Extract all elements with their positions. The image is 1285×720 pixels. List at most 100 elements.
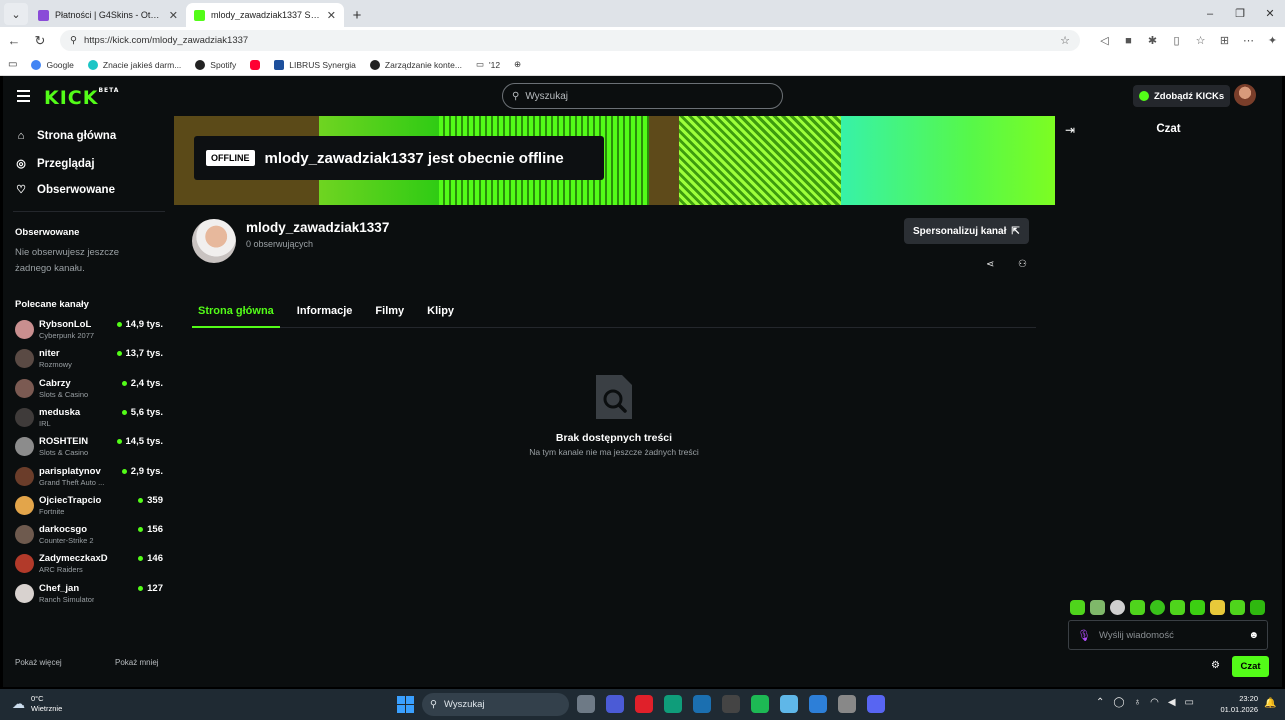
more-menu-icon[interactable]: ⋯ <box>1242 34 1255 47</box>
recommended-channel[interactable]: ZadymeczkaxD ARC Raiders 146 <box>15 550 163 578</box>
close-tab-icon[interactable]: ✕ <box>169 9 178 22</box>
split-screen-icon[interactable]: ▯ <box>1170 34 1183 47</box>
taskbar-search[interactable]: ⚲ Wyszukaj <box>422 693 569 716</box>
taskbar-app-icon[interactable] <box>867 695 885 713</box>
chat-settings-icon[interactable]: ⚙ <box>1211 660 1220 671</box>
extension-icon[interactable]: ■ <box>1122 35 1135 47</box>
tab-actions-icon[interactable]: ▭ <box>8 59 17 70</box>
taskbar-app-icon[interactable] <box>722 695 740 713</box>
site-info-icon[interactable]: ⚲ <box>70 35 77 46</box>
recommended-channel[interactable]: meduska IRL 5,6 tys. <box>15 404 163 432</box>
recommended-channel[interactable]: parisplatynov Grand Theft Auto ... 2,9 tys… <box>15 463 163 491</box>
emote-icon[interactable] <box>1150 600 1165 615</box>
channel-followers: 0 obserwujących <box>246 239 314 249</box>
channel-avatar[interactable] <box>192 219 236 263</box>
emote-icon[interactable] <box>1090 600 1105 615</box>
recommended-channel[interactable]: darkocsgo Counter-Strike 2 156 <box>15 521 163 549</box>
sidebar-item-following[interactable]: ♡ Obserwowane <box>15 183 115 197</box>
search-input[interactable]: ⚲ Wyszukaj <box>502 83 783 109</box>
recommended-channel[interactable]: OjciecTrapcio Fortnite 359 <box>15 492 163 520</box>
favorites-icon[interactable]: ☆ <box>1194 34 1207 47</box>
chevron-up-icon[interactable]: ⌃ <box>1096 697 1104 708</box>
puzzle-icon[interactable]: ✱ <box>1146 34 1159 47</box>
emoji-picker-icon[interactable]: ☻ <box>1248 630 1259 641</box>
user-avatar[interactable] <box>1234 84 1256 106</box>
sidebar-item-browse[interactable]: ◎ Przeglądaj <box>15 157 94 171</box>
volume-icon[interactable]: ◀ <box>1168 697 1176 708</box>
manage-user-icon[interactable]: ⚇ <box>1018 259 1027 270</box>
hamburger-menu-icon[interactable] <box>17 90 30 105</box>
browser-tab-kick[interactable]: mlody_zawadziak1337 Stream - W ✕ <box>186 3 344 27</box>
taskbar-app-icon[interactable] <box>780 695 798 713</box>
sidebar-item-home[interactable]: ⌂ Strona główna <box>15 130 117 142</box>
recommended-channel[interactable]: Cabrzy Slots & Casino 2,4 tys. <box>15 375 163 403</box>
tab-list-button[interactable]: ⌄ <box>4 3 28 25</box>
emote-icon[interactable] <box>1110 600 1125 615</box>
taskbar-app-icon[interactable] <box>693 695 711 713</box>
taskbar-clock[interactable]: 23:20 01.01.2026 <box>1216 693 1258 715</box>
weather-temperature: 0°C <box>31 694 44 703</box>
chat-send-button[interactable]: Czat <box>1232 656 1269 677</box>
read-aloud-icon[interactable]: ◁ <box>1098 34 1111 47</box>
bookmark-google[interactable]: Google <box>31 59 74 70</box>
maximize-button[interactable]: ❐ <box>1225 7 1255 20</box>
emote-icon[interactable] <box>1190 600 1205 615</box>
browser-tab-g4skins[interactable]: Płatności | G4Skins - Otwieraj skrz ✕ <box>30 3 186 27</box>
recommended-channel[interactable]: RybsonLoL Cyberpunk 2077 14,9 tys. <box>15 316 163 344</box>
tab-home[interactable]: Strona główna <box>192 298 280 328</box>
recommended-channel[interactable]: Chef_jan Ranch Simulator 127 <box>15 580 163 608</box>
bookmark-znacie[interactable]: Znacie jakieś darm... <box>87 59 181 70</box>
emote-icon[interactable] <box>1230 600 1245 615</box>
microphone-icon[interactable]: ♁ <box>1134 697 1142 708</box>
back-icon[interactable]: ← <box>6 33 22 48</box>
bookmark-globe[interactable]: ⊕ <box>514 59 521 70</box>
taskbar-app-icon[interactable] <box>664 695 682 713</box>
weather-widget[interactable]: ☁ 0°C Wietrznie <box>12 694 62 714</box>
recommended-channel[interactable]: ROSHTEIN Slots & Casino 14,5 tys. <box>15 433 163 461</box>
share-icon[interactable]: ⋖ <box>986 259 994 270</box>
emote-icon[interactable] <box>1130 600 1145 615</box>
kicks-coin-icon <box>1139 91 1149 101</box>
taskbar-app-icon[interactable] <box>635 695 653 713</box>
taskbar-app-icon[interactable] <box>606 695 624 713</box>
show-less-link[interactable]: Pokaż mniej <box>115 658 159 667</box>
emote-icon[interactable] <box>1250 600 1265 615</box>
tab-about[interactable]: Informacje <box>291 298 359 328</box>
kick-logo[interactable]: KICKBETA <box>44 87 119 109</box>
bookmark-folder-12[interactable]: ▭ '12 <box>476 59 500 70</box>
minimize-button[interactable]: – <box>1195 8 1225 20</box>
emote-icon[interactable] <box>1070 600 1085 615</box>
chat-message-input[interactable]: 🎙 Wyślij wiadomość ☻ <box>1068 620 1268 650</box>
get-kicks-button[interactable]: Zdobądź KICKs <box>1133 85 1231 107</box>
taskbar-app-icon[interactable] <box>751 695 769 713</box>
tab-videos[interactable]: Filmy <box>369 298 410 328</box>
taskbar-app-icon[interactable] <box>577 695 595 713</box>
notification-bell-icon[interactable]: 🔔 <box>1264 698 1276 709</box>
close-window-button[interactable]: ✕ <box>1255 7 1285 20</box>
copilot-icon[interactable]: ✦ <box>1266 34 1279 47</box>
show-more-link[interactable]: Pokaż więcej <box>15 658 62 667</box>
reload-icon[interactable]: ↻ <box>32 33 48 49</box>
bookmark-zarzadzanie[interactable]: Zarządzanie konte... <box>369 59 462 70</box>
battery-icon[interactable]: ▭ <box>1185 697 1194 708</box>
bookmark-youtube[interactable] <box>250 59 261 70</box>
collections-icon[interactable]: ⊞ <box>1218 34 1231 47</box>
windows-start-icon[interactable] <box>397 696 414 713</box>
tab-clips[interactable]: Klipy <box>421 298 460 328</box>
wifi-icon[interactable]: ◠ <box>1150 697 1159 708</box>
bookmark-spotify[interactable]: Spotify <box>195 59 236 70</box>
close-tab-icon[interactable]: ✕ <box>327 9 336 22</box>
taskbar-app-icon[interactable] <box>809 695 827 713</box>
emote-icon[interactable] <box>1210 600 1225 615</box>
customize-channel-button[interactable]: Spersonalizuj kanał ⇱ <box>904 218 1029 244</box>
bookmark-librus[interactable]: LIBRUS Synergia <box>274 59 356 70</box>
emote-icon[interactable] <box>1170 600 1185 615</box>
recommended-channel[interactable]: niter Rozmowy 13,7 tys. <box>15 345 163 373</box>
tray-app-icon[interactable]: ◯ <box>1113 697 1124 708</box>
taskbar-app-icon[interactable] <box>838 695 856 713</box>
new-tab-button[interactable]: + <box>344 4 370 26</box>
channel-category: Grand Theft Auto ... <box>39 477 105 487</box>
url-field[interactable]: ⚲ https://kick.com/mlody_zawadziak1337 ☆ <box>60 30 1080 51</box>
bookmark-star-icon[interactable]: ☆ <box>1060 34 1070 47</box>
microphone-icon[interactable]: 🎙 <box>1077 629 1091 642</box>
